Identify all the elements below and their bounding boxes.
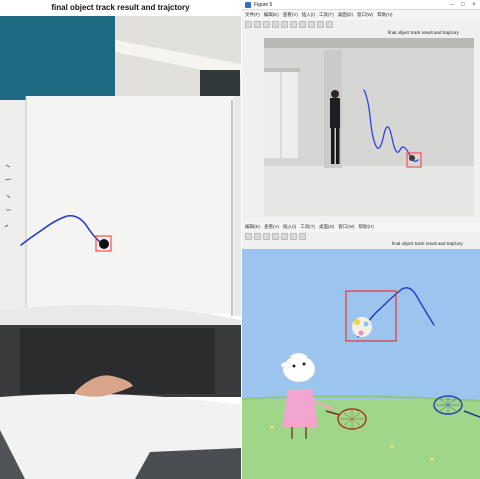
new-figure-icon[interactable] [245,233,252,240]
menu-insert[interactable]: 插入(I) [302,10,315,20]
hallway-scene-image [264,38,474,216]
figure-toolbar [242,20,480,29]
tracked-ball [99,239,109,249]
zoom-in-icon[interactable] [281,21,288,28]
menu-bar: 文件(F) 编辑(E) 查看(V) 插入(I) 工具(T) 桌面(D) 窗口(W… [242,10,480,20]
menu-view[interactable]: 查看(V) [283,10,298,20]
save-icon[interactable] [263,233,270,240]
tracked-ball [409,155,415,161]
new-figure-icon[interactable] [245,21,252,28]
minimize-icon[interactable]: – [448,1,456,9]
close-icon[interactable]: × [470,1,478,9]
axes-title: final object track result and trajctory [392,241,463,246]
zoom-out-icon[interactable] [290,233,297,240]
print-icon[interactable] [272,233,279,240]
window-titlebar: Figure 5 – □ × [242,0,480,10]
menu-help[interactable]: 帮助(H) [359,222,374,232]
maximize-icon[interactable]: □ [459,1,467,9]
menu-tools[interactable]: 工具(T) [300,222,315,232]
menu-window[interactable]: 窗口(W) [338,222,354,232]
pink-dress [282,389,318,427]
menu-view[interactable]: 查看(V) [264,222,279,232]
office-scene-image [0,16,241,479]
open-icon[interactable] [254,21,261,28]
zoom-out-icon[interactable] [290,21,297,28]
menu-edit[interactable]: 编辑(E) [264,10,279,20]
rotate-icon[interactable] [308,21,315,28]
menu-help[interactable]: 帮助(H) [377,10,392,20]
window-title: Figure 5 [254,2,273,8]
pan-icon[interactable] [299,21,306,28]
pan-icon[interactable] [299,233,306,240]
figure-window-bottom: 编辑(E) 查看(V) 插入(I) 工具(T) 桌面(D) 窗口(W) 帮助(H… [242,222,480,479]
menu-tools[interactable]: 工具(T) [319,10,334,20]
brush-icon[interactable] [326,21,333,28]
whiteboard [26,96,234,314]
save-icon[interactable] [263,21,270,28]
menu-insert[interactable]: 插入(I) [283,222,296,232]
figure-title: final object track result and trajctory [0,0,241,16]
menu-window[interactable]: 窗口(W) [357,10,373,20]
axes-title: final object track result and trajctory [388,30,459,35]
print-icon[interactable] [272,21,279,28]
person [331,90,339,98]
zoom-in-icon[interactable] [281,233,288,240]
menu-edit[interactable]: 编辑(E) [245,222,260,232]
open-icon[interactable] [254,233,261,240]
menu-desktop[interactable]: 桌面(D) [319,222,334,232]
left-figure-panel: final object track result and trajctory [0,0,241,479]
teal-wall [0,16,115,100]
floor [264,166,474,216]
cartoon-scene-image [242,249,480,479]
matlab-icon [245,2,251,8]
figure-window-top: Figure 5 – □ × 文件(F) 编辑(E) 查看(V) 插入(I) 工… [242,0,480,240]
menu-bar: 编辑(E) 查看(V) 插入(I) 工具(T) 桌面(D) 窗口(W) 帮助(H… [242,222,480,232]
data-cursor-icon[interactable] [317,21,324,28]
figure-toolbar [242,232,480,241]
menu-file[interactable]: 文件(F) [245,10,260,20]
menu-desktop[interactable]: 桌面(D) [338,10,353,20]
